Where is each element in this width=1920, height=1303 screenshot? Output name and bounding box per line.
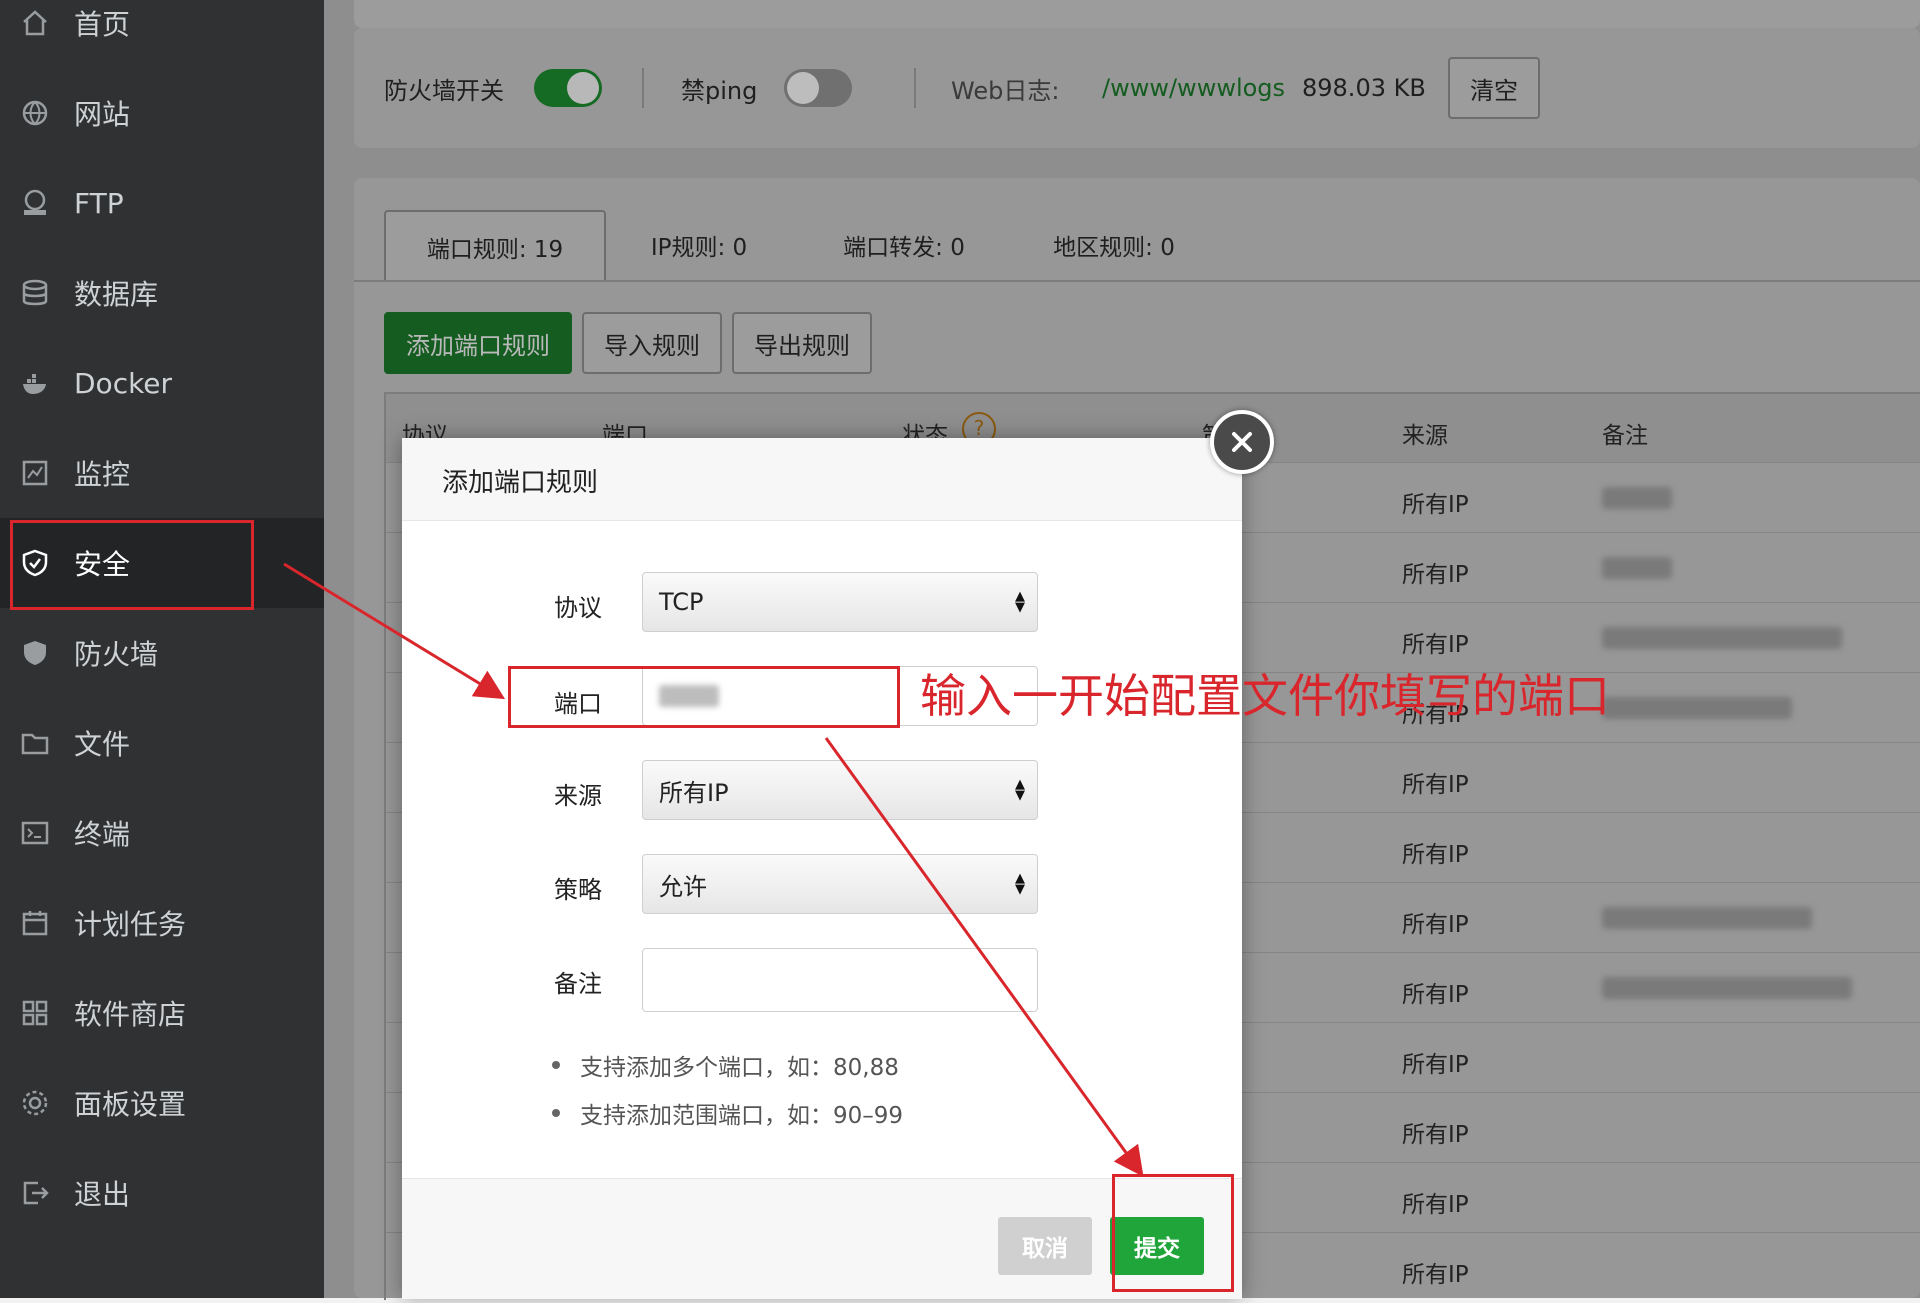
arrow-to-port xyxy=(283,562,506,700)
arrow-to-submit xyxy=(824,737,1144,1177)
annotation-arrows xyxy=(283,562,1144,1177)
